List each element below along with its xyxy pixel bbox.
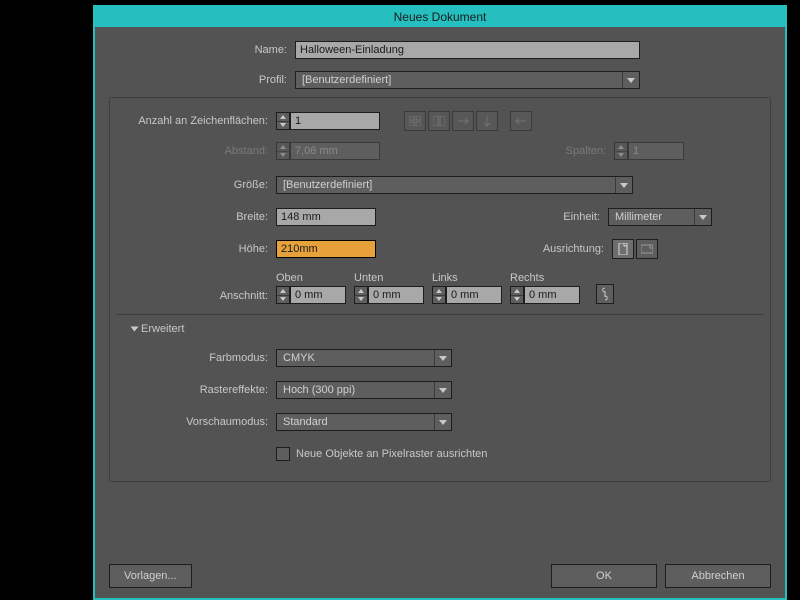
rastereffekte-label: Rastereffekte: (116, 384, 276, 396)
vorschaumodus-label: Vorschaumodus: (116, 416, 276, 428)
anschnitt-label: Anschnitt: (116, 290, 276, 304)
hoehe-input[interactable] (276, 240, 376, 258)
artboard-grid-col-icon (428, 111, 450, 131)
abstand-spinner (276, 142, 290, 160)
vorlagen-button[interactable]: Vorlagen... (109, 564, 192, 588)
bleed-top-spinner[interactable] (276, 286, 290, 304)
abstand-input (290, 142, 380, 160)
abstand-label: Abstand: (116, 145, 276, 157)
artboard-row-ltr-icon (452, 111, 474, 131)
chevron-down-icon (434, 414, 451, 430)
abbrechen-button[interactable]: Abbrechen (665, 564, 771, 588)
hoehe-label: Höhe: (116, 243, 276, 255)
einheit-select[interactable]: Millimeter (608, 208, 712, 226)
spalten-label: Spalten: (528, 145, 614, 157)
groesse-label: Größe: (116, 179, 276, 191)
vorschaumodus-select-value: Standard (277, 416, 434, 428)
rastereffekte-select[interactable]: Hoch (300 ppi) (276, 381, 452, 399)
chevron-down-icon (434, 382, 451, 398)
profil-select-value: [Benutzerdefiniert] (296, 74, 622, 86)
ausrichtung-label: Ausrichtung: (526, 243, 612, 255)
profil-label: Profil: (109, 74, 295, 86)
bleed-top-label: Oben (276, 272, 346, 286)
chevron-down-icon (622, 72, 639, 88)
farbmodus-select[interactable]: CMYK (276, 349, 452, 367)
vorschaumodus-select[interactable]: Standard (276, 413, 452, 431)
advanced-panel: Erweitert Farbmodus: CMYK Rastereffekte:… (116, 314, 764, 467)
bleed-top-input[interactable] (290, 286, 346, 304)
pixelraster-checkbox[interactable] (276, 447, 290, 461)
bleed-left-label: Links (432, 272, 502, 286)
artboards-spinner[interactable] (276, 112, 290, 130)
pixelraster-label: Neue Objekte an Pixelraster ausrichten (296, 448, 487, 460)
dialog-title: Neues Dokument (95, 7, 785, 27)
groesse-select-value: [Benutzerdefiniert] (277, 179, 615, 191)
new-document-dialog: Neues Dokument Name: Profil: [Benutzerde… (93, 5, 787, 600)
artboard-row-rtl-icon (510, 111, 532, 131)
artboards-input[interactable] (290, 112, 380, 130)
disclosure-triangle-icon[interactable] (131, 327, 139, 332)
breite-label: Breite: (116, 211, 276, 223)
bleed-bottom-input[interactable] (368, 286, 424, 304)
chevron-down-icon (694, 209, 711, 225)
orientation-landscape-icon[interactable] (636, 239, 658, 259)
artboards-label: Anzahl an Zeichenflächen: (116, 115, 276, 127)
bleed-right-spinner[interactable] (510, 286, 524, 304)
groesse-select[interactable]: [Benutzerdefiniert] (276, 176, 633, 194)
chevron-down-icon (615, 177, 632, 193)
spalten-spinner (614, 142, 628, 160)
orientation-portrait-icon[interactable] (612, 239, 634, 259)
erweitert-label: Erweitert (141, 323, 184, 335)
bleed-left-spinner[interactable] (432, 286, 446, 304)
rastereffekte-select-value: Hoch (300 ppi) (277, 384, 434, 396)
name-label: Name: (109, 44, 295, 56)
bleed-right-input[interactable] (524, 286, 580, 304)
artboard-col-down-icon (476, 111, 498, 131)
name-input[interactable] (295, 41, 640, 59)
farbmodus-label: Farbmodus: (116, 352, 276, 364)
bleed-bottom-label: Unten (354, 272, 424, 286)
link-bleed-icon[interactable] (596, 284, 614, 304)
bleed-left-input[interactable] (446, 286, 502, 304)
profil-select[interactable]: [Benutzerdefiniert] (295, 71, 640, 89)
ok-button[interactable]: OK (551, 564, 657, 588)
chevron-down-icon (434, 350, 451, 366)
bleed-bottom-spinner[interactable] (354, 286, 368, 304)
einheit-select-value: Millimeter (609, 211, 694, 223)
spalten-input (628, 142, 684, 160)
bleed-right-label: Rechts (510, 272, 580, 286)
breite-input[interactable] (276, 208, 376, 226)
farbmodus-select-value: CMYK (277, 352, 434, 364)
settings-panel: Anzahl an Zeichenflächen: Abstand: Spalt… (109, 97, 771, 482)
einheit-label: Einheit: (522, 211, 608, 223)
artboard-grid-row-icon (404, 111, 426, 131)
